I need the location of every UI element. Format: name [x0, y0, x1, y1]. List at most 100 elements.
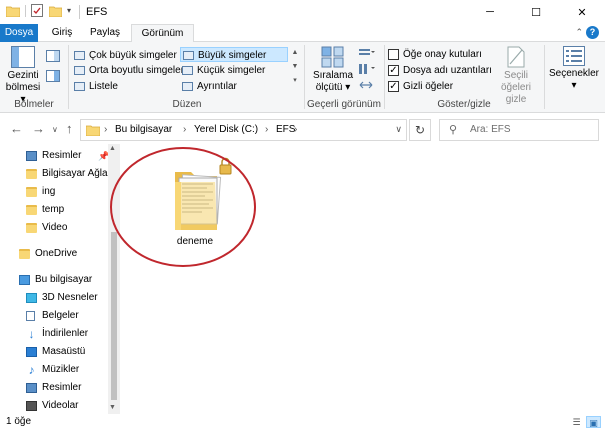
status-bar: 1 öğe ☰ ▣ [0, 414, 605, 431]
layout-details[interactable]: Ayrıntılar [180, 79, 288, 94]
folder-icon [26, 169, 37, 179]
small-icons-icon [182, 66, 193, 75]
breadcrumb-separator-icon[interactable]: › [294, 124, 297, 135]
quick-access-toolbar: ▾ [6, 4, 71, 17]
large-icons-view-icon[interactable]: ▣ [586, 416, 601, 428]
file-extensions-checkbox[interactable]: ✓ [388, 65, 399, 76]
refresh-icon: ↻ [414, 123, 426, 137]
large-icons-icon [183, 51, 194, 60]
minimize-button[interactable]: ─ [467, 0, 513, 24]
collapse-ribbon-icon[interactable]: ⌃ [575, 27, 583, 38]
breadcrumb-separator-icon[interactable]: › [265, 124, 268, 135]
tab-view[interactable]: Görünüm [131, 24, 194, 43]
details-view-icon[interactable]: ☰ [569, 416, 584, 428]
music-icon: ♪ [28, 363, 35, 377]
folder-icon [26, 223, 37, 233]
preview-pane-icon[interactable] [46, 50, 60, 62]
add-columns-icon[interactable] [359, 64, 375, 74]
breadcrumb-this-pc[interactable]: Bu bilgisayar [115, 124, 172, 135]
item-checkboxes-toggle[interactable]: Öğe onay kutuları [388, 47, 482, 62]
file-list-area[interactable]: deneme [110, 144, 605, 414]
layout-medium-icons[interactable]: Orta boyutlu simgeler [72, 63, 184, 78]
address-history-dropdown-icon[interactable]: ∨ [395, 124, 402, 135]
layout-extra-large-icons[interactable]: Çok büyük simgeler [72, 48, 178, 63]
sort-by-icon [321, 46, 344, 68]
computer-icon [19, 275, 30, 285]
recent-locations-icon[interactable]: ∨ [52, 125, 58, 134]
group-by-icon[interactable] [359, 48, 375, 58]
pictures-icon [26, 383, 37, 393]
address-bar[interactable]: › Bu bilgisayar › Yerel Disk (C:) › EFS … [80, 119, 407, 141]
documents-icon [26, 311, 35, 321]
list-icon [74, 82, 85, 91]
tab-home[interactable]: Giriş [45, 24, 79, 42]
maximize-button[interactable]: ☐ [513, 0, 559, 24]
details-pane-icon[interactable] [46, 70, 60, 82]
group-divider [304, 45, 305, 109]
pictures-icon [26, 151, 37, 161]
properties-icon[interactable] [31, 4, 43, 17]
sort-by-button[interactable]: Sıralama ölçütü ▾ [311, 46, 355, 94]
hide-selected-items-button[interactable]: Seçili öğeleri gizle [488, 46, 544, 106]
search-icon: ⚲ [449, 124, 458, 136]
desktop-icon [26, 347, 37, 357]
new-folder-icon[interactable] [49, 5, 62, 17]
scroll-up-icon[interactable]: ▲ [290, 46, 300, 60]
layout-group-label: Düzen [172, 99, 202, 110]
close-button[interactable]: ✕ [559, 0, 605, 24]
details-icon [182, 82, 193, 91]
search-box[interactable]: ⚲ Ara: EFS [439, 119, 599, 141]
folder-icon [86, 125, 100, 136]
breadcrumb-separator-icon[interactable]: › [183, 124, 186, 135]
show-hide-group-label: Göster/gizle [437, 99, 491, 110]
forward-arrow-icon[interactable]: → [32, 121, 45, 136]
folder-icon [26, 187, 37, 197]
nav-item-network-folder[interactable]: Bilgisayar Ağlara [0, 165, 108, 183]
help-icon[interactable]: ? [586, 26, 599, 39]
gallery-more-icon[interactable]: ▾ [290, 74, 300, 88]
highlight-circle [110, 147, 256, 267]
up-arrow-icon[interactable]: ↑ [66, 121, 73, 136]
scroll-down-icon[interactable]: ▼ [290, 60, 300, 74]
layout-gallery-scroll[interactable]: ▲ ▼ ▾ [290, 46, 300, 96]
navigation-pane: Resimler 📌 Bilgisayar Ağlara ing temp Vi… [0, 144, 121, 414]
layout-large-icons[interactable]: Büyük simgeler [180, 47, 288, 62]
medium-icons-icon [74, 66, 85, 75]
onedrive-folder-icon [19, 249, 30, 259]
3d-objects-icon [26, 293, 37, 303]
refresh-button[interactable]: ↻ [409, 119, 431, 141]
navigation-pane-button[interactable]: Gezinti bölmesi ▾ [4, 46, 42, 106]
tab-file[interactable]: Dosya [0, 24, 38, 42]
hidden-items-toggle[interactable]: ✓ Gizli öğeler [388, 79, 453, 94]
videos-icon [26, 401, 37, 411]
layout-small-icons[interactable]: Küçük simgeler [180, 63, 288, 78]
group-divider [384, 45, 385, 109]
item-checkboxes-checkbox[interactable] [388, 49, 399, 60]
breadcrumb-separator-icon[interactable]: › [104, 124, 107, 135]
navigation-pane-icon [11, 46, 35, 68]
options-button[interactable]: Seçenekler ▾ [547, 46, 601, 92]
customize-quick-access-icon[interactable]: ▾ [67, 6, 71, 15]
extra-large-icons-icon [74, 51, 85, 60]
layout-list[interactable]: Listele [72, 79, 178, 94]
group-divider [544, 45, 545, 109]
tab-share[interactable]: Paylaş [84, 24, 126, 42]
current-view-group-label: Geçerli görünüm [307, 99, 381, 110]
file-extensions-toggle[interactable]: ✓ Dosya adı uzantıları [388, 63, 492, 78]
scroll-down-arrow-icon[interactable]: ▼ [109, 404, 116, 411]
breadcrumb-efs[interactable]: EFS [276, 124, 295, 135]
group-divider [68, 45, 69, 109]
folder-icon [6, 6, 20, 17]
folder-icon [26, 205, 37, 215]
title-bar: ▾ EFS ─ ☐ ✕ [0, 0, 605, 24]
breadcrumb-local-disk[interactable]: Yerel Disk (C:) [194, 124, 258, 135]
ribbon-view-panel: Gezinti bölmesi ▾ Bölmeler Çok büyük sim… [0, 42, 605, 113]
hidden-items-checkbox[interactable]: ✓ [388, 81, 399, 92]
nav-item-pictures-quick[interactable]: Resimler 📌 [0, 147, 109, 165]
downloads-icon: ↓ [28, 327, 35, 341]
search-placeholder: Ara: EFS [470, 124, 511, 135]
navigation-bar: ← → ∨ ↑ › Bu bilgisayar › Yerel Disk (C:… [0, 114, 605, 144]
back-arrow-icon[interactable]: ← [10, 121, 23, 136]
ribbon-tab-bar: Dosya Giriş Paylaş Görünüm ⌃ ? [0, 24, 605, 43]
size-columns-icon[interactable] [359, 80, 375, 90]
